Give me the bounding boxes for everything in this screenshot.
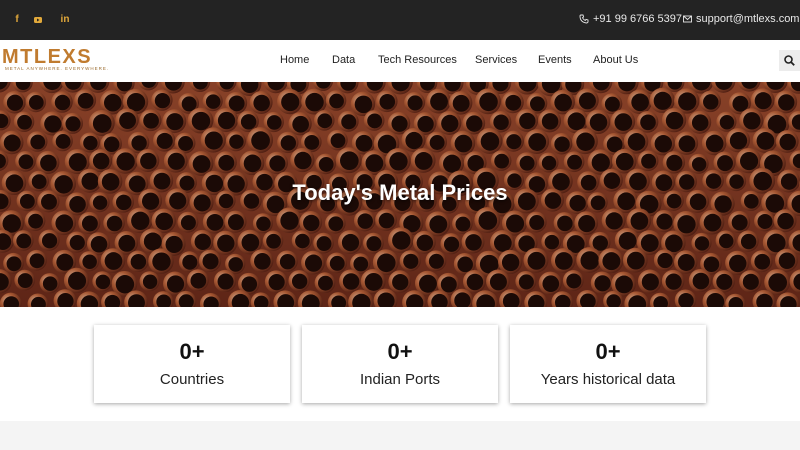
logo-wordmark: MTLEXS	[2, 46, 93, 68]
phone-contact[interactable]: +91 99 6766 5397	[579, 13, 682, 25]
phone-icon	[579, 14, 589, 24]
stat-value: 0+	[595, 339, 621, 364]
site-logo[interactable]: MTLEXS METAL ANYWHERE. EVERYWHERE.	[2, 47, 134, 75]
logo-tagline: METAL ANYWHERE. EVERYWHERE.	[5, 66, 110, 71]
top-bar: f in +91 99 6766 5397 support@mtlexs.com	[0, 0, 800, 40]
nav-home[interactable]: Home	[280, 54, 309, 66]
next-section	[0, 421, 800, 450]
main-navbar: MTLEXS METAL ANYWHERE. EVERYWHERE. Home …	[0, 40, 800, 82]
nav-tech-resources[interactable]: Tech Resources	[378, 54, 457, 66]
stat-card-indian-ports: 0+ Indian Ports	[302, 325, 498, 403]
search-button[interactable]	[779, 50, 800, 71]
hero-banner: Today's Metal Prices	[0, 82, 800, 307]
search-icon	[784, 55, 795, 66]
nav-data[interactable]: Data	[332, 54, 355, 66]
linkedin-icon[interactable]: in	[57, 12, 73, 28]
stat-label: Countries	[159, 371, 225, 388]
stat-label: Indian Ports	[359, 371, 441, 388]
email-address: support@mtlexs.com	[696, 13, 800, 25]
email-contact[interactable]: support@mtlexs.com	[683, 13, 799, 25]
stat-card-years-data: 0+ Years historical data	[510, 325, 706, 403]
nav-services[interactable]: Services	[475, 54, 517, 66]
youtube-icon[interactable]	[30, 12, 46, 28]
stat-value: 0+	[387, 339, 413, 364]
nav-about-us[interactable]: About Us	[593, 54, 638, 66]
nav-events[interactable]: Events	[538, 54, 572, 66]
mail-icon	[683, 15, 692, 23]
stat-label: Years historical data	[540, 371, 676, 388]
stat-card-countries: 0+ Countries	[94, 325, 290, 403]
stat-value: 0+	[179, 339, 205, 364]
hero-title: Today's Metal Prices	[292, 180, 508, 205]
facebook-icon[interactable]: f	[9, 12, 25, 28]
phone-number: +91 99 6766 5397	[593, 13, 683, 25]
stats-section: 0+ Countries 0+ Indian Ports 0+ Years hi…	[0, 307, 800, 421]
